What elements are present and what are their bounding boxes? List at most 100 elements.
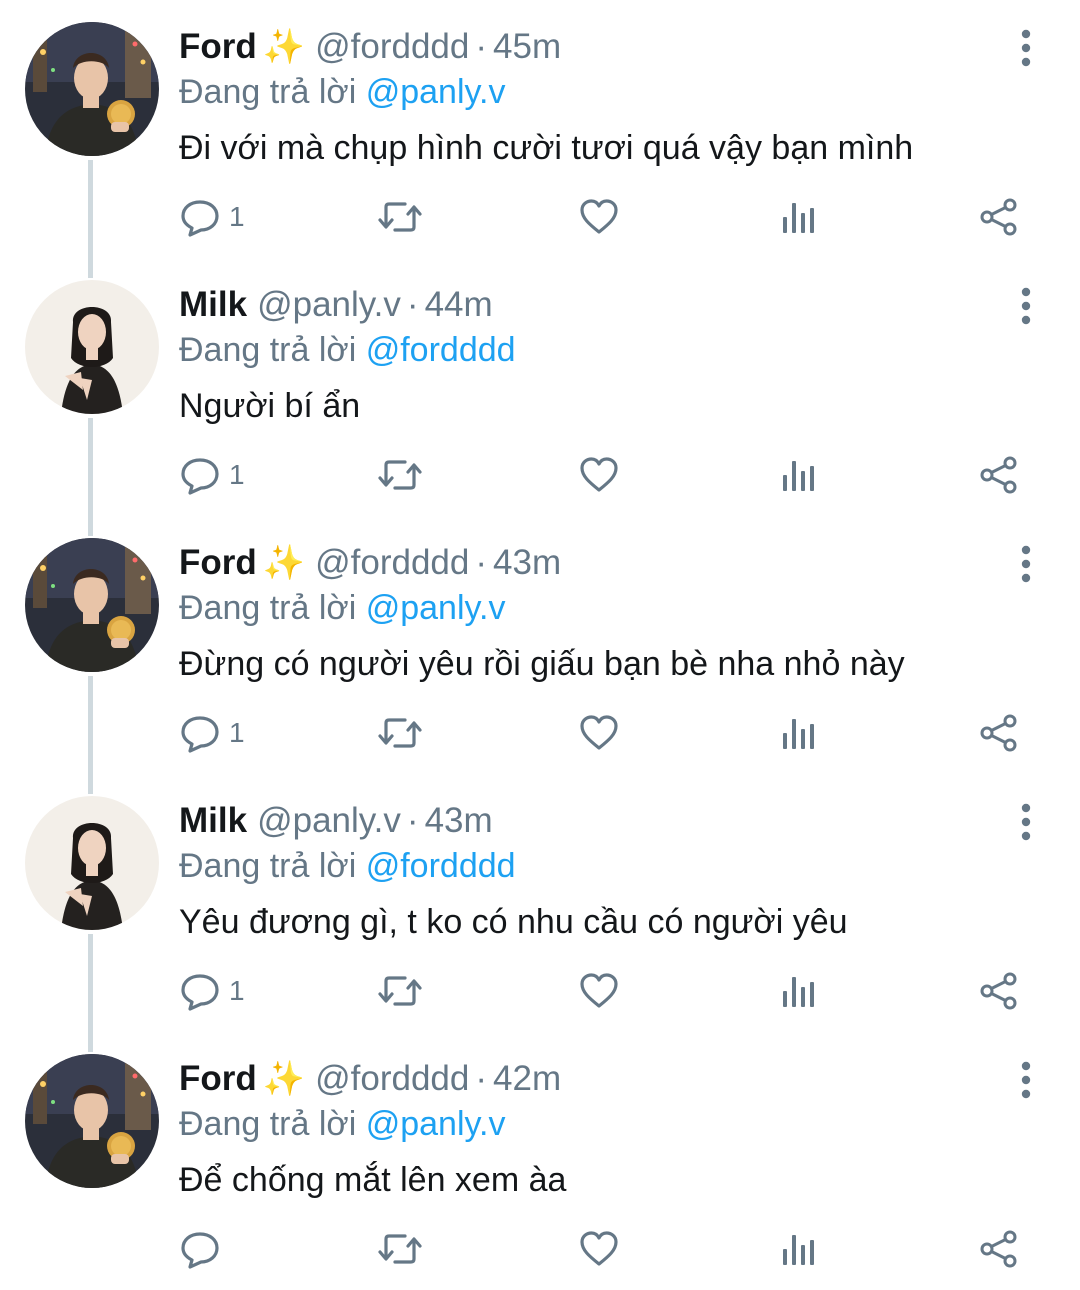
- tweet-text: Để chống mắt lên xem àa: [179, 1161, 567, 1199]
- avatar[interactable]: [25, 796, 159, 930]
- like-icon: [579, 713, 619, 753]
- replying-to: Đang trả lời @panly.v: [179, 588, 505, 628]
- more-icon[interactable]: [1012, 802, 1040, 842]
- tweet[interactable]: Ford ✨ @fordddd · 42m Đang trả lời @panly.v …: [0, 1032, 1080, 1290]
- like-icon: [579, 971, 619, 1011]
- separator-dot: ·: [475, 27, 488, 66]
- share-button[interactable]: [979, 966, 1019, 1016]
- mention-link[interactable]: @panly.v: [366, 589, 506, 627]
- analytics-button[interactable]: [781, 1224, 817, 1274]
- more-icon[interactable]: [1012, 28, 1040, 68]
- tweet[interactable]: Milk @panly.v · 43m Đang trả lời @fordddd Y…: [0, 774, 1080, 1032]
- sparkles-emoji: ✨: [262, 28, 306, 66]
- retweet-button[interactable]: [377, 966, 423, 1016]
- retweet-button[interactable]: [377, 1224, 423, 1274]
- author-handle[interactable]: @panly.v: [257, 285, 401, 324]
- tweet-header: Milk @panly.v · 44m: [179, 285, 493, 325]
- tweet-actions: 1: [179, 192, 1039, 242]
- tweet[interactable]: Ford ✨ @fordddd · 45m Đang trả lời @panly.v …: [0, 0, 1080, 258]
- reply-icon: [179, 454, 221, 496]
- more-icon[interactable]: [1012, 1060, 1040, 1100]
- replying-prefix: Đang trả lời: [179, 73, 357, 111]
- analytics-button[interactable]: [781, 192, 817, 242]
- more-icon[interactable]: [1012, 544, 1040, 584]
- author-name[interactable]: Ford: [179, 27, 257, 66]
- retweet-button[interactable]: [377, 192, 423, 242]
- separator-dot: ·: [475, 1059, 488, 1098]
- avatar[interactable]: [25, 22, 159, 156]
- replying-to: Đang trả lời @fordddd: [179, 330, 516, 370]
- sparkles-emoji: ✨: [262, 1060, 306, 1098]
- share-button[interactable]: [979, 192, 1019, 242]
- sparkles-emoji: ✨: [262, 544, 306, 582]
- author-handle[interactable]: @fordddd: [315, 543, 469, 582]
- replying-prefix: Đang trả lời: [179, 589, 357, 627]
- tweet-text: Đừng có người yêu rồi giấu bạn bè nha nh…: [179, 645, 905, 683]
- more-icon[interactable]: [1012, 286, 1040, 326]
- like-button[interactable]: [579, 708, 619, 758]
- author-name[interactable]: Milk: [179, 285, 247, 324]
- author-handle[interactable]: @fordddd: [315, 1059, 469, 1098]
- share-icon: [979, 971, 1019, 1011]
- analytics-button[interactable]: [781, 708, 817, 758]
- like-icon: [579, 455, 619, 495]
- analytics-button[interactable]: [781, 966, 817, 1016]
- share-button[interactable]: [979, 708, 1019, 758]
- timestamp[interactable]: 43m: [493, 543, 561, 582]
- tweet[interactable]: Ford ✨ @fordddd · 43m Đang trả lời @panly.v …: [0, 516, 1080, 774]
- replying-to: Đang trả lời @panly.v: [179, 1104, 505, 1144]
- tweet[interactable]: Milk @panly.v · 44m Đang trả lời @fordddd N…: [0, 258, 1080, 516]
- retweet-button[interactable]: [377, 450, 423, 500]
- reply-icon: [179, 196, 221, 238]
- replying-prefix: Đang trả lời: [179, 847, 357, 885]
- author-name[interactable]: Milk: [179, 801, 247, 840]
- timestamp[interactable]: 45m: [493, 27, 561, 66]
- tweet-header: Ford ✨ @fordddd · 42m: [179, 1059, 561, 1099]
- replying-to: Đang trả lời @fordddd: [179, 846, 516, 886]
- avatar[interactable]: [25, 538, 159, 672]
- author-name[interactable]: Ford: [179, 1059, 257, 1098]
- reply-icon: [179, 1228, 221, 1270]
- reply-button[interactable]: 1: [179, 966, 245, 1016]
- share-icon: [979, 455, 1019, 495]
- timestamp[interactable]: 44m: [425, 285, 493, 324]
- author-name[interactable]: Ford: [179, 543, 257, 582]
- timestamp[interactable]: 43m: [425, 801, 493, 840]
- like-button[interactable]: [579, 450, 619, 500]
- tweet-actions: 1: [179, 708, 1039, 758]
- share-button[interactable]: [979, 450, 1019, 500]
- like-button[interactable]: [579, 1224, 619, 1274]
- share-icon: [979, 713, 1019, 753]
- reply-button[interactable]: [179, 1224, 221, 1274]
- reply-icon: [179, 712, 221, 754]
- author-handle[interactable]: @panly.v: [257, 801, 401, 840]
- analytics-icon: [781, 971, 817, 1011]
- mention-link[interactable]: @fordddd: [366, 331, 516, 369]
- analytics-button[interactable]: [781, 450, 817, 500]
- timestamp[interactable]: 42m: [493, 1059, 561, 1098]
- reply-button[interactable]: 1: [179, 708, 245, 758]
- like-button[interactable]: [579, 192, 619, 242]
- share-icon: [979, 1229, 1019, 1269]
- separator-dot: ·: [406, 801, 419, 840]
- reply-count: 1: [229, 459, 245, 490]
- reply-button[interactable]: 1: [179, 192, 245, 242]
- retweet-icon: [377, 196, 423, 238]
- separator-dot: ·: [406, 285, 419, 324]
- reply-count: 1: [229, 717, 245, 748]
- reply-button[interactable]: 1: [179, 450, 245, 500]
- share-button[interactable]: [979, 1224, 1019, 1274]
- mention-link[interactable]: @panly.v: [366, 73, 506, 111]
- avatar[interactable]: [25, 1054, 159, 1188]
- author-handle[interactable]: @fordddd: [315, 27, 469, 66]
- avatar[interactable]: [25, 280, 159, 414]
- analytics-icon: [781, 1229, 817, 1269]
- mention-link[interactable]: @fordddd: [366, 847, 516, 885]
- retweet-icon: [377, 1228, 423, 1270]
- reply-count: 1: [229, 975, 245, 1006]
- tweet-header: Ford ✨ @fordddd · 43m: [179, 543, 561, 583]
- mention-link[interactable]: @panly.v: [366, 1105, 506, 1143]
- retweet-button[interactable]: [377, 708, 423, 758]
- replying-prefix: Đang trả lời: [179, 331, 357, 369]
- like-button[interactable]: [579, 966, 619, 1016]
